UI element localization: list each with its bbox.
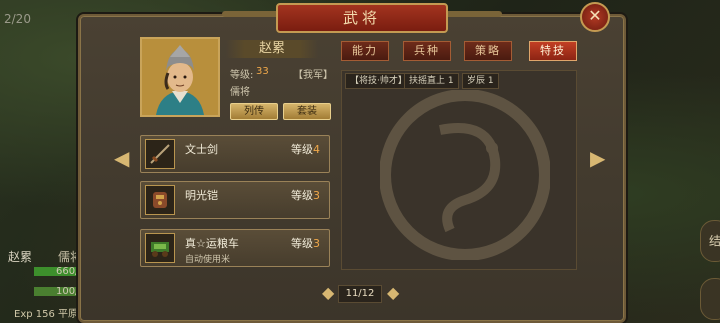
portrait-figure-icon	[142, 39, 218, 115]
exp-text: Exp 156 平原	[14, 309, 79, 320]
equipment-level: 等级4	[291, 143, 320, 156]
title-ornament-right	[442, 11, 502, 17]
role-label: 儒将	[230, 87, 250, 98]
supply-cart-icon	[145, 233, 175, 263]
outfit-button[interactable]: 套装	[283, 103, 331, 120]
general-name: 赵累	[226, 40, 318, 58]
tab-ability[interactable]: 能力	[341, 41, 389, 61]
level-value: 33	[256, 66, 269, 77]
side-menu-button[interactable]	[700, 278, 720, 320]
skill-tag-rising[interactable]: 扶摇直上 1	[404, 73, 459, 89]
equipment-slot-item[interactable]: 真☆运粮车 等级3 自动使用米	[140, 229, 330, 267]
tab-special-skill[interactable]: 特技	[529, 41, 577, 61]
biography-button[interactable]: 列传	[230, 103, 278, 120]
tab-strategy[interactable]: 策略	[464, 41, 512, 61]
next-general-arrow[interactable]: ▶	[590, 148, 605, 168]
skill-tag-suichen[interactable]: 岁辰 1	[462, 73, 499, 89]
page-indicator: 11/12	[338, 285, 382, 303]
equipment-name: 真☆运粮车	[185, 237, 239, 250]
skill-tag-commander[interactable]: 【将技·帅才】	[345, 73, 412, 89]
pager-next-icon[interactable]: ◆	[387, 283, 399, 302]
unit-name: 赵累	[8, 250, 33, 264]
equipment-level: 等级3	[291, 189, 320, 202]
equipment-level: 等级3	[291, 237, 320, 250]
general-portrait	[140, 37, 220, 117]
side-end-button[interactable]: 结	[700, 220, 720, 262]
equipment-note: 自动使用米	[185, 255, 231, 265]
prev-general-arrow[interactable]: ◀	[114, 148, 129, 168]
close-button[interactable]: ✕	[580, 2, 610, 32]
armor-icon	[145, 185, 175, 215]
panel-title: 武将	[276, 3, 448, 33]
level-label: 等级:	[230, 70, 254, 81]
equipment-name: 明光铠	[185, 189, 218, 202]
title-ornament-left	[222, 11, 282, 17]
tab-troop-type[interactable]: 兵种	[403, 41, 451, 61]
pager-prev-icon[interactable]: ◆	[322, 283, 334, 302]
turn-counter: 2/20	[4, 12, 31, 26]
equipment-slot-weapon[interactable]: 文士剑 等级4	[140, 135, 330, 173]
sword-icon	[145, 139, 175, 169]
equipment-slot-armor[interactable]: 明光铠 等级3	[140, 181, 330, 219]
dragon-emblem-icon	[380, 90, 550, 260]
equipment-name: 文士剑	[185, 143, 218, 156]
faction-label: 【我军】	[293, 70, 333, 81]
